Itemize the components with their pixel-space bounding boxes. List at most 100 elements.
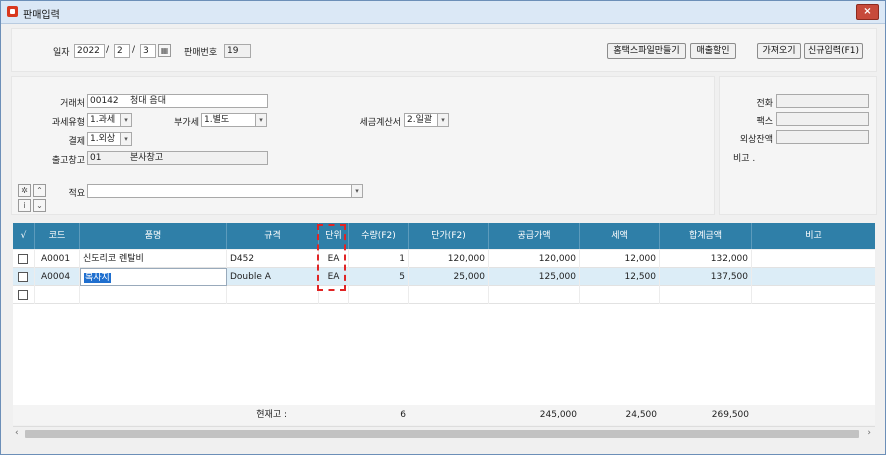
col-supply[interactable]: 공급가액 — [489, 223, 580, 249]
row-checkbox[interactable] — [18, 290, 28, 300]
window-title: 판매입력 — [23, 10, 60, 21]
balance-label: 외상잔액 — [739, 135, 773, 145]
chevron-down-icon[interactable]: ▾ — [120, 133, 131, 145]
warehouse-field[interactable]: 01 본사창고 — [87, 151, 268, 165]
row-checkbox-cell[interactable] — [13, 286, 35, 304]
row-checkbox[interactable] — [18, 272, 28, 282]
table-row[interactable]: A0001 신도리코 렌탈비 D452 EA 1 120,000 120,000… — [13, 250, 875, 268]
import-button[interactable]: 가져오기 — [757, 43, 801, 59]
info-icon[interactable]: i — [18, 199, 31, 212]
app-icon — [7, 6, 18, 17]
month-input[interactable]: 2 — [114, 44, 130, 58]
invoice-select[interactable]: 2.일괄 ▾ — [404, 113, 449, 127]
cell-name[interactable] — [80, 286, 227, 304]
cell-code[interactable]: A0004 — [35, 268, 80, 286]
fax-field[interactable] — [776, 112, 869, 126]
grid-header: √ 코드 품명 규격 단위 수량(F2) 단가(F2) 공급가액 세액 합계금액… — [13, 223, 875, 249]
horizontal-scrollbar[interactable]: ‹ › — [13, 426, 875, 441]
cell-tax[interactable]: 12,500 — [580, 268, 660, 286]
col-tax[interactable]: 세액 — [580, 223, 660, 249]
row-checkbox-cell[interactable] — [13, 250, 35, 268]
warehouse-name: 본사창고 — [130, 153, 164, 163]
close-button[interactable]: × — [856, 4, 879, 20]
chevron-down-icon[interactable]: ▾ — [255, 114, 266, 126]
cell-code[interactable]: A0001 — [35, 250, 80, 268]
hometax-file-button[interactable]: 홈택스파일만들기 — [607, 43, 686, 59]
chevron-up-icon[interactable]: ⌃ — [33, 184, 46, 197]
new-entry-button[interactable]: 신규입력(F1) — [804, 43, 863, 59]
payment-label: 결제 — [68, 137, 85, 147]
phone-field[interactable] — [776, 94, 869, 108]
col-code[interactable]: 코드 — [35, 223, 80, 249]
memo-label: 적요 — [68, 189, 85, 199]
chevron-down-icon[interactable]: ⌄ — [33, 199, 46, 212]
fax-label: 팩스 — [756, 117, 773, 127]
cell-name[interactable]: 신도리코 렌탈비 — [80, 250, 227, 268]
calendar-icon[interactable]: ▦ — [158, 44, 171, 57]
scroll-left-icon[interactable]: ‹ — [15, 428, 19, 438]
balance-field — [776, 130, 869, 144]
payment-value: 1.외상 — [90, 134, 116, 144]
col-total[interactable]: 합계금액 — [660, 223, 752, 249]
customer-label: 거래처 — [60, 99, 85, 109]
customer-name: 청대 음대 — [130, 96, 166, 106]
selected-text[interactable]: 복사지 — [84, 273, 111, 283]
cell-price[interactable] — [409, 286, 489, 304]
scrollbar-thumb[interactable] — [25, 430, 859, 438]
cell-supply[interactable] — [489, 286, 580, 304]
table-row[interactable] — [13, 286, 875, 304]
cell-name-editor[interactable]: 복사지 — [80, 268, 227, 286]
chevron-down-icon[interactable]: ▾ — [351, 185, 362, 197]
total-qty: 6 — [400, 410, 406, 420]
scroll-right-icon[interactable]: › — [867, 428, 871, 438]
cell-tax[interactable]: 12,000 — [580, 250, 660, 268]
vat-select[interactable]: 1.별도 ▾ — [201, 113, 267, 127]
cell-supply[interactable]: 125,000 — [489, 268, 580, 286]
cell-tax[interactable] — [580, 286, 660, 304]
cell-qty[interactable] — [349, 286, 409, 304]
customer-input[interactable]: 00142 청대 음대 — [87, 94, 268, 108]
row-checkbox-cell[interactable] — [13, 268, 35, 286]
col-price[interactable]: 단가(F2) — [409, 223, 489, 249]
invoice-value: 2.일괄 — [407, 115, 433, 125]
grand-total: 269,500 — [711, 410, 749, 420]
cell-note[interactable] — [752, 250, 875, 268]
vat-label: 부가세 — [174, 118, 199, 128]
cell-total[interactable]: 132,000 — [660, 250, 752, 268]
invoice-label: 세금계산서 — [359, 118, 401, 128]
chevron-down-icon[interactable]: ▾ — [437, 114, 448, 126]
cell-price[interactable]: 25,000 — [409, 268, 489, 286]
year-input[interactable]: 2022 — [74, 44, 105, 58]
vat-value: 1.별도 — [204, 115, 230, 125]
cell-total[interactable]: 137,500 — [660, 268, 752, 286]
row-checkbox[interactable] — [18, 254, 28, 264]
sales-discount-button[interactable]: 매출할인 — [690, 43, 736, 59]
cell-spec[interactable]: Double A — [227, 268, 319, 286]
chevron-down-icon[interactable]: ▾ — [120, 114, 131, 126]
cell-qty[interactable]: 5 — [349, 268, 409, 286]
cell-spec[interactable]: D452 — [227, 250, 319, 268]
col-check[interactable]: √ — [13, 223, 35, 249]
cell-total[interactable] — [660, 286, 752, 304]
col-note[interactable]: 비고 — [752, 223, 875, 249]
cell-price[interactable]: 120,000 — [409, 250, 489, 268]
table-row[interactable]: A0004 복사지 Double A EA 5 25,000 125,000 1… — [13, 268, 875, 286]
col-name[interactable]: 품명 — [80, 223, 227, 249]
date-separator: / — [106, 45, 110, 55]
warehouse-code: 01 — [90, 153, 102, 163]
tax-type-select[interactable]: 1.과세 ▾ — [87, 113, 132, 127]
gear-icon[interactable]: ✲ — [18, 184, 31, 197]
memo-select[interactable]: ▾ — [87, 184, 363, 198]
col-qty[interactable]: 수량(F2) — [349, 223, 409, 249]
payment-select[interactable]: 1.외상 ▾ — [87, 132, 132, 146]
col-spec[interactable]: 규격 — [227, 223, 319, 249]
cell-note[interactable] — [752, 268, 875, 286]
phone-label: 전화 — [756, 99, 773, 109]
customer-code: 00142 — [90, 96, 119, 106]
day-input[interactable]: 3 — [140, 44, 156, 58]
cell-supply[interactable]: 120,000 — [489, 250, 580, 268]
cell-note[interactable] — [752, 286, 875, 304]
cell-qty[interactable]: 1 — [349, 250, 409, 268]
cell-code[interactable] — [35, 286, 80, 304]
cell-spec[interactable] — [227, 286, 319, 304]
